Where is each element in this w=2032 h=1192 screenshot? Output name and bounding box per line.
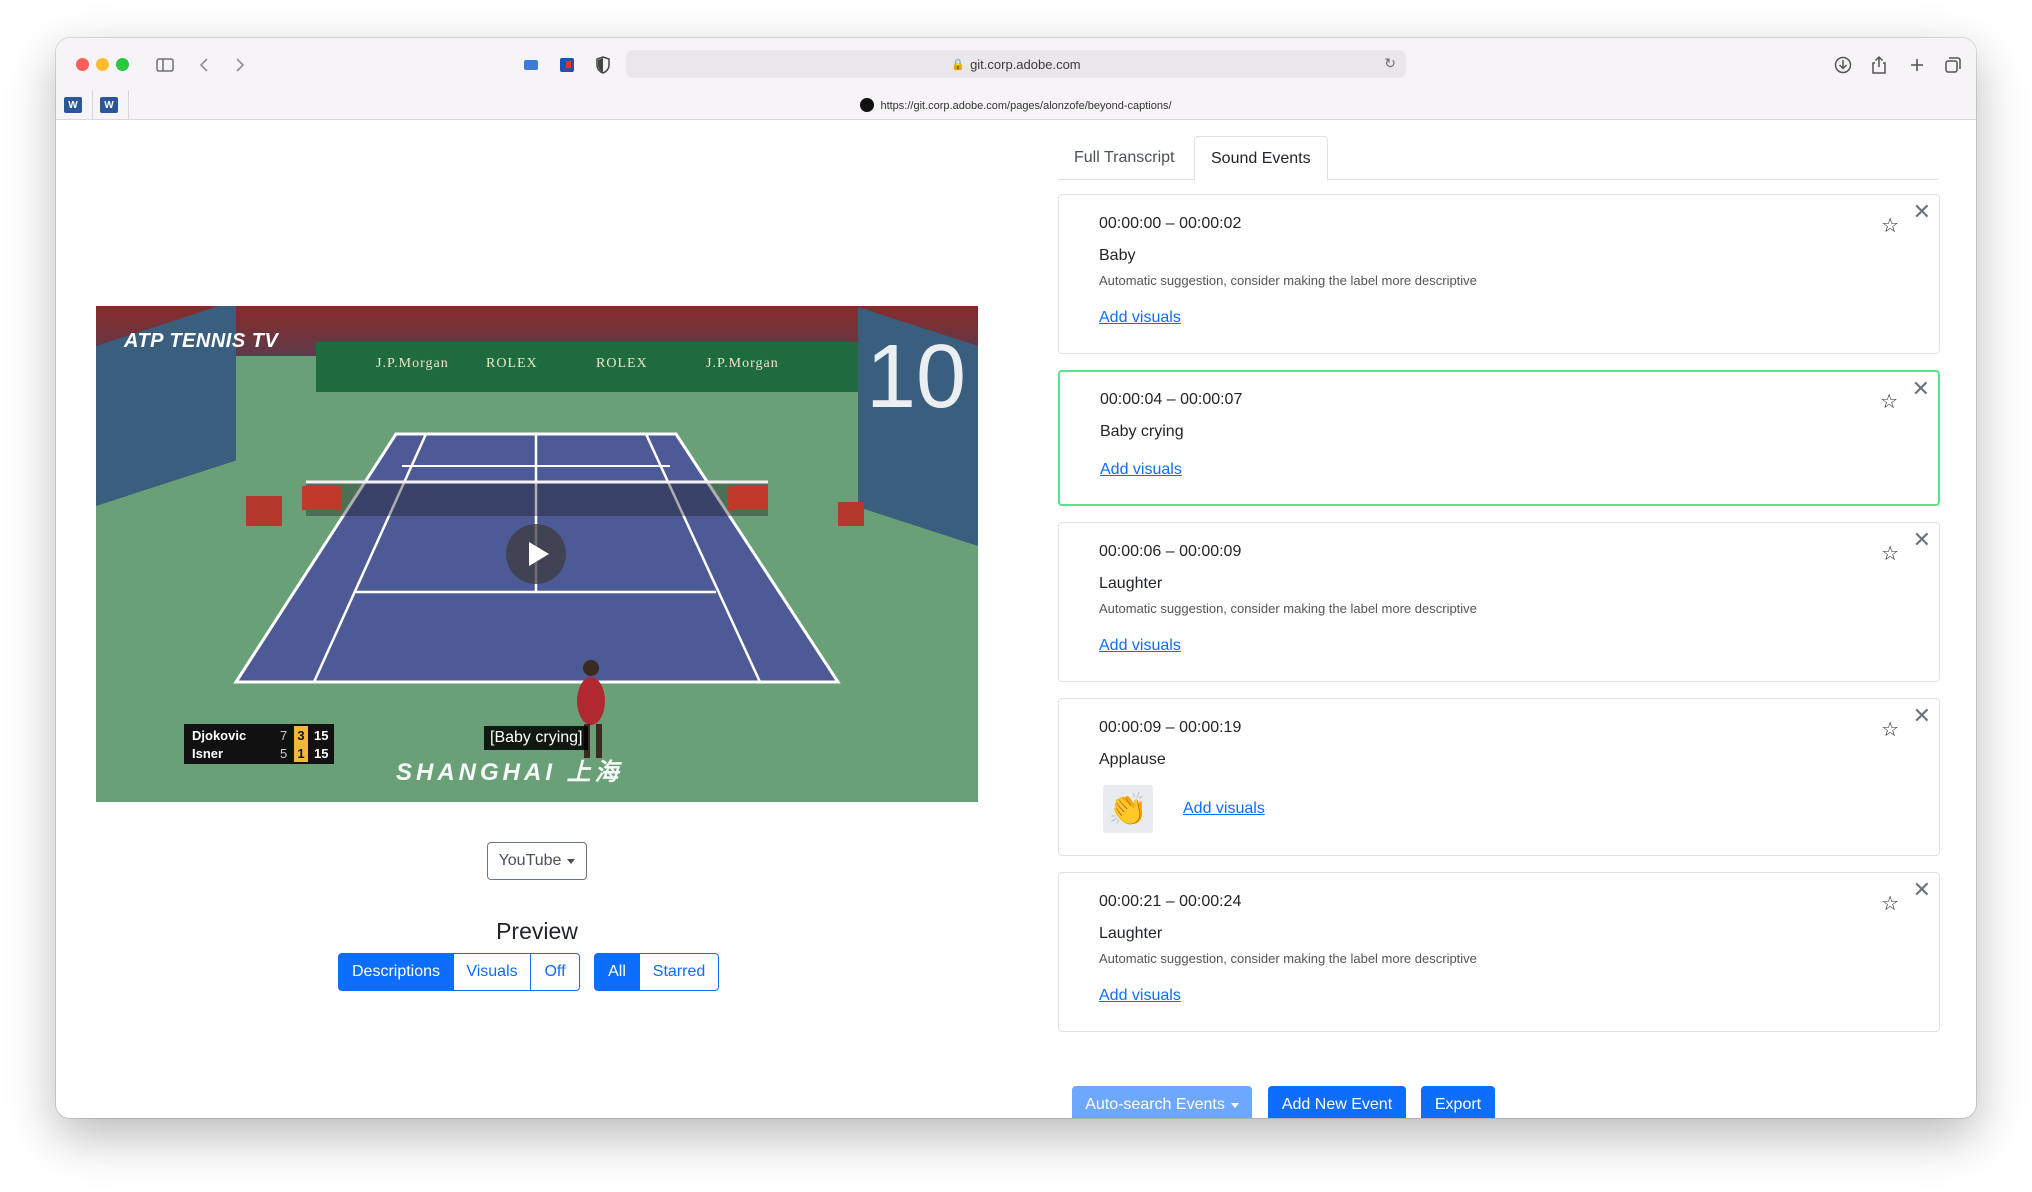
add-visuals-link[interactable]: Add visuals [1100,461,1182,479]
mode-visuals-button[interactable]: Visuals [453,953,531,991]
player-points: 15 [314,746,329,761]
star-icon[interactable]: ☆ [1881,717,1899,742]
mode-off-button[interactable]: Off [530,953,580,991]
player-name: Isner [192,746,224,761]
minimize-window-button[interactable] [96,58,109,71]
venue-text: SHANGHAI 上海 [396,759,623,786]
score-counter: 10 [866,327,967,427]
sound-event-card[interactable]: 00:00:00 – 00:00:02 Baby Automatic sugge… [1058,194,1940,354]
player-set: 3 [294,726,308,744]
add-visuals-link[interactable]: Add visuals [1099,637,1181,655]
browser-window: 🔒 git.corp.adobe.com ↻ W W https://git.c… [56,38,1976,1118]
caret-down-icon [1230,1102,1239,1108]
reload-icon[interactable]: ↻ [1384,55,1396,72]
close-icon[interactable]: ✕ [1913,199,1931,225]
play-icon[interactable] [506,524,566,584]
scoreboard-row: Isner 5 1 15 [184,744,334,762]
close-icon[interactable]: ✕ [1912,376,1930,402]
event-time: 00:00:04 – 00:00:07 [1100,391,1243,408]
sound-event-card[interactable]: 00:00:04 – 00:00:07 Baby crying Add visu… [1058,370,1940,506]
player-set: 1 [294,744,308,762]
share-icon[interactable] [1866,52,1892,78]
github-icon [860,98,875,112]
mode-descriptions-button[interactable]: Descriptions [338,953,454,991]
tab-overview-icon[interactable] [1940,52,1966,78]
favorites-bar: W W https://git.corp.adobe.com/pages/alo… [56,90,1976,120]
video-player[interactable]: J.P.Morgan ROLEX ROLEX J.P.Morgan ATP TE… [96,306,978,802]
forward-icon[interactable] [226,52,252,78]
preview-filter-group: All Starred [594,953,719,991]
page-content: J.P.Morgan ROLEX ROLEX J.P.Morgan ATP TE… [56,120,1976,1118]
address-text: git.corp.adobe.com [970,56,1081,72]
zoom-window-button[interactable] [116,58,129,71]
add-visuals-link[interactable]: Add visuals [1099,987,1181,1005]
star-icon[interactable]: ☆ [1880,389,1898,414]
player-games: 7 [280,728,288,743]
player-name: Djokovic [192,728,247,743]
event-label[interactable]: Laughter [1099,925,1162,943]
preview-mode-group: Descriptions Visuals Off [338,953,580,991]
sound-event-card[interactable]: 00:00:09 – 00:00:19 Applause 👏 Add visua… [1058,698,1940,856]
clapping-hands-thumbnail[interactable]: 👏 [1103,785,1153,833]
lock-icon: 🔒 [951,58,966,71]
event-note: Automatic suggestion, consider making th… [1099,951,1477,966]
close-icon[interactable]: ✕ [1913,877,1931,903]
address-bar[interactable]: 🔒 git.corp.adobe.com ↻ [626,50,1406,78]
star-icon[interactable]: ☆ [1881,891,1899,916]
event-time: 00:00:09 – 00:00:19 [1099,719,1242,736]
back-icon[interactable] [192,52,218,78]
close-icon[interactable]: ✕ [1913,527,1931,553]
new-tab-icon[interactable] [1904,52,1930,78]
scoreboard: Djokovic 7 3 15 Isner 5 1 15 [184,724,334,764]
event-time: 00:00:06 – 00:00:09 [1099,543,1242,560]
source-dropdown[interactable]: YouTube [487,842,587,880]
event-label[interactable]: Baby crying [1100,423,1184,441]
export-button[interactable]: Export [1421,1086,1495,1118]
caret-down-icon [567,858,576,864]
star-icon[interactable]: ☆ [1881,541,1899,566]
event-time: 00:00:21 – 00:00:24 [1099,893,1242,910]
shield-icon[interactable] [590,52,616,78]
auto-search-label: Auto-search Events [1085,1096,1225,1113]
channel-logo: ATP TENNIS TV [124,330,279,352]
transcript-tabs: Full Transcript Sound Events [1058,136,1938,181]
event-note: Automatic suggestion, consider making th… [1099,601,1477,616]
source-dropdown-label: YouTube [498,852,562,869]
extension-icon[interactable] [518,52,544,78]
add-visuals-link[interactable]: Add visuals [1099,309,1181,327]
event-time: 00:00:00 – 00:00:02 [1099,215,1242,232]
caption-overlay: [Baby crying] [484,726,589,750]
sound-event-card[interactable]: 00:00:06 – 00:00:09 Laughter Automatic s… [1058,522,1940,682]
scoreboard-row: Djokovic 7 3 15 [184,726,334,744]
extension-flag-icon[interactable] [554,52,580,78]
browser-toolbar: 🔒 git.corp.adobe.com ↻ [56,38,1976,90]
player-games: 5 [280,746,288,761]
tab-sound-events[interactable]: Sound Events [1194,136,1328,181]
downloads-icon[interactable] [1830,52,1856,78]
star-icon[interactable]: ☆ [1881,213,1899,238]
player-points: 15 [314,728,329,743]
event-label[interactable]: Laughter [1099,575,1162,593]
add-new-event-button[interactable]: Add New Event [1268,1086,1406,1118]
sound-event-card[interactable]: 00:00:21 – 00:00:24 Laughter Automatic s… [1058,872,1940,1032]
close-icon[interactable]: ✕ [1913,703,1931,729]
page-url-line: https://git.corp.adobe.com/pages/alonzof… [56,98,1976,112]
auto-search-events-button[interactable]: Auto-search Events [1072,1086,1252,1118]
event-label[interactable]: Baby [1099,247,1135,265]
filter-all-button[interactable]: All [594,953,640,991]
tab-full-transcript[interactable]: Full Transcript [1058,136,1190,180]
event-label[interactable]: Applause [1099,751,1166,769]
sidebar-toggle-icon[interactable] [152,52,178,78]
preview-title: Preview [496,918,578,944]
add-visuals-link[interactable]: Add visuals [1183,800,1265,818]
close-window-button[interactable] [76,58,89,71]
event-note: Automatic suggestion, consider making th… [1099,273,1477,288]
page-url: https://git.corp.adobe.com/pages/alonzof… [880,100,1172,112]
filter-starred-button[interactable]: Starred [639,953,719,991]
